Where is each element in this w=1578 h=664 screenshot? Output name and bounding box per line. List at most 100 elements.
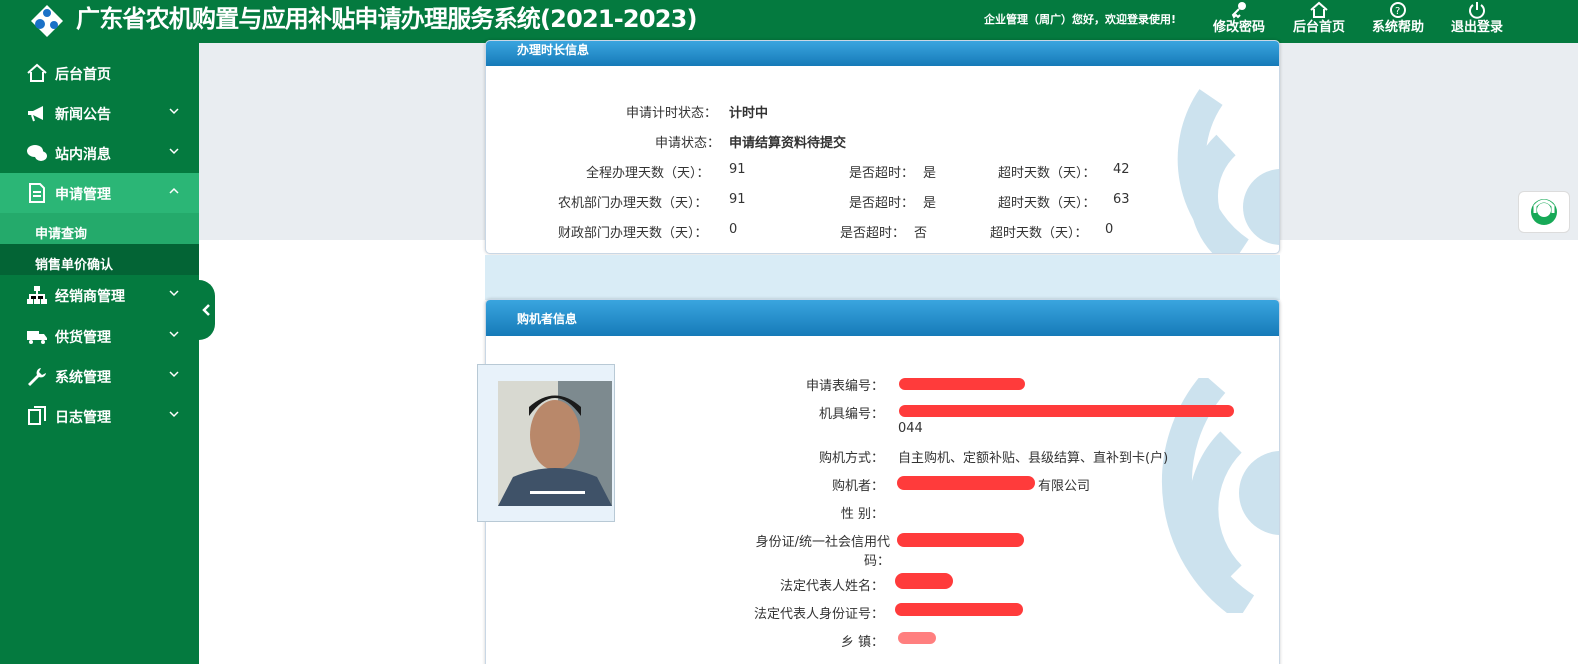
application-status-value: 申请结算资料待提交	[729, 136, 847, 151]
sidebar-label-messages: 站内消息	[55, 147, 111, 163]
sidebar-label-logs: 日志管理	[55, 410, 111, 426]
system-help-label: 系统帮助	[1371, 20, 1424, 35]
headset-icon	[1531, 199, 1557, 225]
page-title: 广东省农机购置与应用补贴申请办理服务系统(2021-2023)	[76, 5, 698, 33]
dashboard-home-label: 后台首页	[1292, 20, 1345, 35]
wrench-icon	[28, 368, 46, 386]
total-days-label: 全程办理天数（天）：	[586, 166, 710, 181]
sidebar-item-applications[interactable]: 申请管理	[0, 173, 199, 213]
sidebar-label-system: 系统管理	[55, 370, 111, 386]
welcome-text: 企业管理（周广）您好，欢迎登录使用!	[984, 13, 1177, 26]
agri-overdue-value: 是	[923, 196, 937, 211]
agri-overdue-days-label: 超时天数（天）：	[998, 196, 1096, 211]
home-icon	[27, 63, 47, 82]
redacted-machine-number	[899, 405, 1234, 417]
chevron-down-icon	[169, 108, 179, 115]
change-password-label: 修改密码	[1212, 20, 1265, 35]
finance-days-value: 0	[729, 222, 738, 237]
total-overdue-label: 是否超时：	[849, 166, 915, 181]
redacted-legal-id	[895, 603, 1023, 616]
redacted-town	[898, 632, 936, 644]
wifi-icon	[1177, 89, 1279, 253]
total-overdue-value: 是	[923, 166, 937, 181]
logout-label: 退出登录	[1450, 20, 1503, 35]
logout-link[interactable]: 退出登录	[1446, 1, 1508, 42]
chevron-down-icon	[169, 290, 179, 297]
key-icon	[1231, 2, 1246, 19]
chevron-up-icon	[169, 187, 179, 194]
buyer-company-suffix: 有限公司	[1038, 479, 1091, 494]
agri-overdue-days-value: 63	[1113, 192, 1130, 207]
sidebar-item-messages[interactable]: 站内消息	[0, 133, 199, 173]
submenu-sales-price-confirmation[interactable]: 销售单价确认	[0, 244, 199, 275]
chevron-down-icon	[169, 331, 179, 338]
agri-overdue-label: 是否超时：	[849, 196, 915, 211]
sidebar-item-logs[interactable]: 日志管理	[0, 396, 199, 436]
chevron-left-icon	[202, 304, 210, 316]
customer-service-button[interactable]	[1518, 191, 1570, 233]
total-overdue-days-label: 超时天数（天）：	[998, 166, 1096, 181]
sidebar-item-supply[interactable]: 供货管理	[0, 316, 199, 356]
purchase-method-value: 自主购机、定额补贴、县级结算、直补到卡(户)	[898, 451, 1169, 466]
buyer-photo-frame	[477, 364, 615, 522]
machine-number-label: 机具编号：	[818, 407, 884, 422]
system-help-link[interactable]: ? 系统帮助	[1367, 1, 1429, 42]
sidebar-item-dealers[interactable]: 经销商管理	[0, 275, 199, 315]
sidebar-label-dealers: 经销商管理	[55, 289, 125, 305]
document-icon	[29, 183, 45, 203]
purchase-method-label: 购机方式：	[818, 451, 884, 466]
sidebar-label-news: 新闻公告	[55, 107, 111, 123]
legal-rep-name-label: 法定代表人姓名：	[779, 579, 884, 594]
finance-overdue-value: 否	[914, 226, 928, 241]
chevron-down-icon	[169, 148, 179, 155]
sidebar-item-system[interactable]: 系统管理	[0, 356, 199, 396]
application-status-label: 申请状态：	[655, 136, 721, 151]
logo-icon	[31, 5, 63, 37]
total-overdue-days-value: 42	[1113, 162, 1130, 177]
sidebar-label-supply: 供货管理	[55, 330, 111, 346]
legal-rep-id-label: 法定代表人身份证号：	[753, 607, 884, 622]
chat-icon	[27, 145, 47, 161]
copy-icon	[28, 406, 46, 425]
buyer-info-title: 购机者信息	[486, 300, 1279, 336]
processing-time-title: 办理时长信息	[486, 41, 1279, 66]
top-header: 广东省农机购置与应用补贴申请办理服务系统(2021-2023) 企业管理（周广）…	[0, 0, 1578, 43]
machine-number-suffix: 044	[898, 421, 923, 436]
submenu-application-query[interactable]: 申请查询	[0, 213, 199, 244]
truck-icon	[27, 331, 47, 344]
timing-status-value: 计时中	[729, 106, 769, 121]
finance-overdue-label: 是否超时：	[840, 226, 906, 241]
sidebar-item-news[interactable]: 新闻公告	[0, 93, 199, 133]
change-password-link[interactable]: 修改密码	[1208, 1, 1270, 42]
finance-overdue-days-label: 超时天数（天）：	[990, 226, 1088, 241]
town-label: 乡 镇：	[840, 635, 884, 650]
svg-text:?: ?	[1395, 6, 1400, 17]
processing-time-panel: 办理时长信息 申请计时状态： 计时中 申请状态： 申请结算资料待提交 全程办理天…	[485, 40, 1280, 254]
redacted-application-number	[899, 378, 1025, 390]
chevron-down-icon	[169, 371, 179, 378]
sidebar-label-dashboard: 后台首页	[55, 67, 111, 83]
finance-overdue-days-value: 0	[1105, 222, 1114, 237]
buyer-label: 购机者：	[831, 479, 884, 494]
finance-days-label: 财政部门办理天数（天）：	[558, 226, 708, 241]
org-chart-icon	[27, 286, 47, 304]
gender-label: 性 别：	[840, 507, 884, 522]
application-number-label: 申请表编号：	[805, 379, 884, 394]
help-icon: ?	[1390, 2, 1406, 18]
home-icon	[1310, 1, 1328, 18]
sidebar-label-applications: 申请管理	[55, 187, 111, 203]
id-credit-code-label: 身份证/统一社会信用代码：	[755, 535, 890, 569]
total-days-value: 91	[729, 162, 746, 177]
power-icon	[1469, 2, 1485, 19]
redacted-id-code	[897, 533, 1024, 547]
left-sidebar: 后台首页 新闻公告 站内消息 申请管理 申请查询 销售单价确认 经销商管理 供货…	[0, 43, 199, 664]
agri-days-value: 91	[729, 192, 746, 207]
redacted-buyer-name	[897, 476, 1035, 490]
section-divider	[485, 255, 1280, 300]
dashboard-home-link[interactable]: 后台首页	[1288, 1, 1350, 42]
chevron-down-icon	[169, 411, 179, 418]
timing-status-label: 申请计时状态：	[626, 106, 718, 121]
megaphone-icon	[28, 106, 43, 122]
sidebar-collapse-button[interactable]	[199, 280, 215, 340]
sidebar-item-dashboard[interactable]: 后台首页	[0, 53, 199, 93]
